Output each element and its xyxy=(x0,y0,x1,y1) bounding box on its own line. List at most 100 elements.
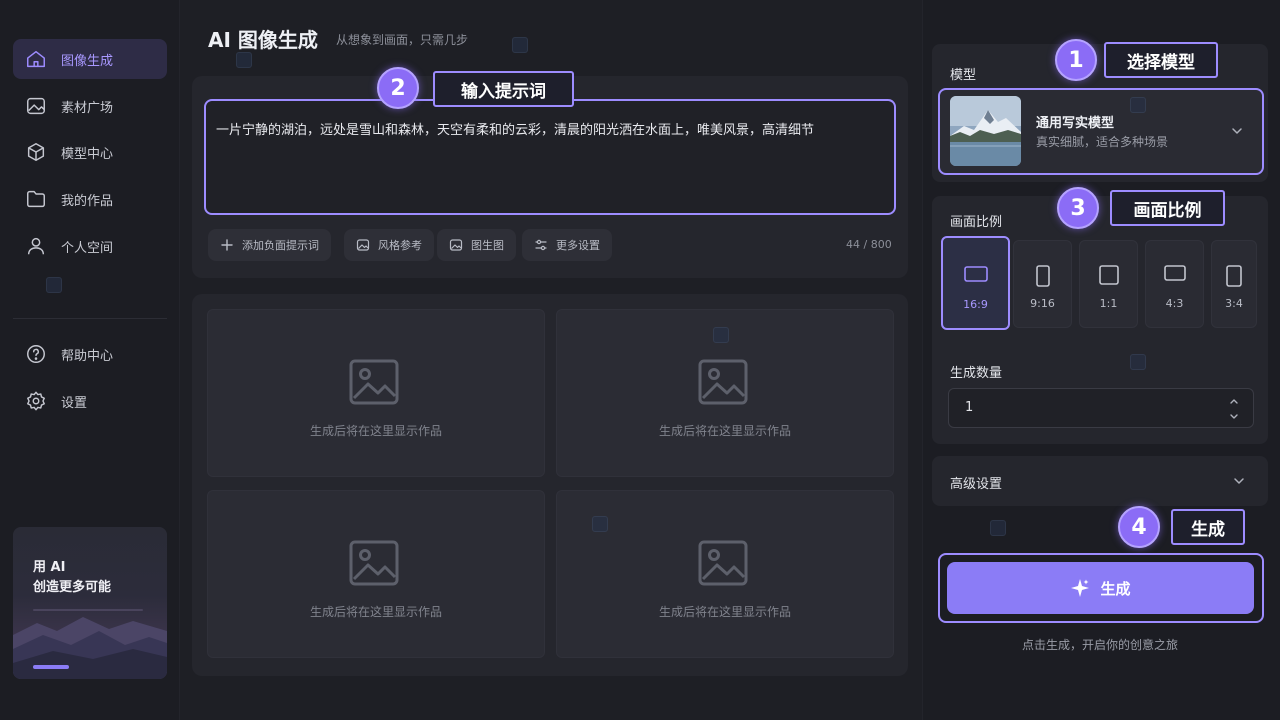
sidebar-item-personal-space[interactable]: 个人空间 xyxy=(13,226,167,266)
watermark-logo xyxy=(990,520,1006,536)
page-title: AI 图像生成 xyxy=(208,28,318,52)
sliders-icon xyxy=(534,238,548,252)
quantity-stepper[interactable]: 1 xyxy=(948,388,1254,428)
chevron-down-icon[interactable] xyxy=(1230,124,1244,138)
sidebar-item-materials[interactable]: 素材广场 xyxy=(13,86,167,126)
step-badge-2: 2 xyxy=(377,67,419,109)
placeholder-text: 生成后将在这里显示作品 xyxy=(309,424,442,438)
ratio-label: 画面比例 xyxy=(950,215,1003,230)
sidebar-item-my-works[interactable]: 我的作品 xyxy=(13,179,167,219)
watermark-logo xyxy=(46,277,62,293)
sidebar-item-label: 帮助中心 xyxy=(61,348,114,364)
model-name: 通用写实模型 xyxy=(1036,116,1115,131)
prompt-input-text[interactable]: 一片宁静的湖泊，远处是雪山和森林，天空有柔和的云彩，清晨的阳光洒在水面上，唯美风… xyxy=(216,119,886,138)
portrait-icon xyxy=(1035,265,1050,287)
sidebar-item-models[interactable]: 模型中心 xyxy=(13,132,167,172)
ratio-option-label: 1:1 xyxy=(1099,297,1118,310)
step-badge-4: 4 xyxy=(1118,506,1160,548)
chip-label: 添加负面提示词 xyxy=(242,239,319,252)
image-placeholder-icon xyxy=(348,358,400,406)
sidebar-item-label: 个人空间 xyxy=(61,240,114,256)
sidebar-item-label: 设置 xyxy=(61,395,88,411)
plus-icon xyxy=(220,238,234,252)
prompt-char-counter: 44 / 800 xyxy=(846,238,892,251)
mountain-illustration xyxy=(13,609,167,679)
page-subtitle: 从想象到画面，只需几步 xyxy=(336,33,469,47)
step-callout-1: 选择模型 xyxy=(1104,42,1218,78)
sidebar-item-label: 我的作品 xyxy=(61,193,114,209)
generate-hint: 点击生成，开启你的创意之旅 xyxy=(1021,638,1178,652)
gear-icon xyxy=(25,390,47,412)
ratio-option-label: 9:16 xyxy=(1030,297,1055,310)
more-settings-button[interactable]: 更多设置 xyxy=(522,229,612,261)
chip-label: 更多设置 xyxy=(556,239,600,252)
quantity-label: 生成数量 xyxy=(950,366,1003,381)
generate-button[interactable]: 生成 xyxy=(947,562,1254,614)
ratio-option-label: 3:4 xyxy=(1225,297,1243,310)
advanced-settings-toggle[interactable]: 高级设置 xyxy=(932,456,1268,506)
help-icon xyxy=(25,343,47,365)
folder-icon xyxy=(25,188,47,210)
promo-indicator xyxy=(33,665,69,669)
ratio-option-1-1[interactable]: 1:1 xyxy=(1079,240,1138,328)
promo-line-2: 创造更多可能 xyxy=(33,580,112,595)
generate-button-label: 生成 xyxy=(1100,579,1131,598)
sparkle-icon xyxy=(1070,578,1090,598)
watermark-logo xyxy=(512,37,528,53)
model-description: 真实细腻，适合多种场景 xyxy=(1036,135,1169,149)
watermark-logo xyxy=(1130,97,1146,113)
placeholder-text: 生成后将在这里显示作品 xyxy=(658,424,791,438)
model-label: 模型 xyxy=(950,68,977,83)
sidebar-item-settings[interactable]: 设置 xyxy=(13,381,167,421)
cube-icon xyxy=(25,141,47,163)
sidebar-item-help[interactable]: 帮助中心 xyxy=(13,334,167,374)
prompt-input[interactable] xyxy=(204,99,896,215)
ratio-option-4-3[interactable]: 4:3 xyxy=(1145,240,1204,328)
placeholder-text: 生成后将在这里显示作品 xyxy=(309,605,442,619)
home-icon xyxy=(25,48,47,70)
landscape-icon xyxy=(1163,265,1186,281)
ratio-option-3-4[interactable]: 3:4 xyxy=(1211,240,1257,328)
square-icon xyxy=(1098,265,1119,285)
image-icon xyxy=(449,238,463,252)
result-placeholder: 生成后将在这里显示作品 xyxy=(207,309,545,477)
quantity-value: 1 xyxy=(965,400,974,415)
chip-label: 图生图 xyxy=(471,239,504,252)
image-icon xyxy=(356,238,370,252)
watermark-logo xyxy=(713,327,729,343)
chip-label: 风格参考 xyxy=(378,239,422,252)
watermark-logo xyxy=(1130,354,1146,370)
watermark-logo xyxy=(236,52,252,68)
sidebar-divider xyxy=(13,318,167,319)
ratio-option-label: 4:3 xyxy=(1165,297,1184,310)
ratio-option-label: 16:9 xyxy=(963,298,988,311)
promo-card[interactable]: 用 AI 创造更多可能 xyxy=(13,527,167,679)
ratio-option-16-9[interactable]: 16:9 xyxy=(941,236,1010,330)
result-placeholder: 生成后将在这里显示作品 xyxy=(207,490,545,658)
landscape-icon xyxy=(963,266,988,282)
chevron-down-icon xyxy=(1232,474,1246,488)
ratio-option-9-16[interactable]: 9:16 xyxy=(1013,240,1072,328)
sidebar-item-label: 图像生成 xyxy=(61,53,114,69)
image-placeholder-icon xyxy=(348,539,400,587)
step-callout-3: 画面比例 xyxy=(1110,190,1225,226)
user-icon xyxy=(25,235,47,257)
portrait-icon xyxy=(1226,265,1242,287)
image-to-image-button[interactable]: 图生图 xyxy=(437,229,516,261)
sidebar-item-label: 模型中心 xyxy=(61,146,114,162)
stepper-arrows-icon[interactable] xyxy=(1229,396,1239,422)
step-badge-1: 1 xyxy=(1055,39,1097,81)
image-placeholder-icon xyxy=(697,358,749,406)
step-callout-2: 输入提示词 xyxy=(433,71,574,107)
sidebar-item-image-generation[interactable]: 图像生成 xyxy=(13,39,167,79)
advanced-settings-label: 高级设置 xyxy=(950,477,1003,492)
step-badge-3: 3 xyxy=(1057,187,1099,229)
step-callout-4: 生成 xyxy=(1171,509,1245,545)
style-reference-button[interactable]: 风格参考 xyxy=(344,229,434,261)
sidebar-item-label: 素材广场 xyxy=(61,100,114,116)
promo-line-1: 用 AI xyxy=(33,560,66,575)
watermark-logo xyxy=(592,516,608,532)
add-negative-prompt-button[interactable]: 添加负面提示词 xyxy=(208,229,331,261)
placeholder-text: 生成后将在这里显示作品 xyxy=(658,605,791,619)
result-placeholder: 生成后将在这里显示作品 xyxy=(556,490,894,658)
